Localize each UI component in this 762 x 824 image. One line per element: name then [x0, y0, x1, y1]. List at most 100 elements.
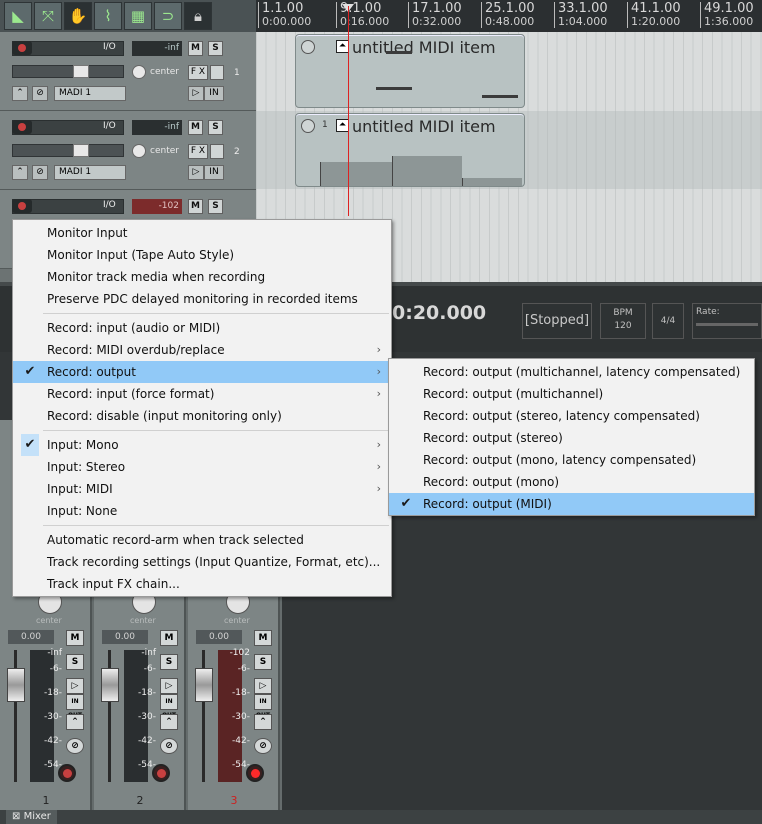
record-arm-button[interactable] — [12, 120, 32, 134]
volume-fader[interactable] — [12, 144, 124, 157]
submenu-item[interactable]: ✔ Record: output (MIDI) — [389, 493, 754, 515]
fx-button[interactable]: F X — [188, 65, 208, 80]
phase-button[interactable]: ⊘ — [66, 738, 84, 754]
monitor-button[interactable]: ▷ — [254, 678, 272, 694]
record-arm-button[interactable] — [12, 199, 32, 213]
mixer-strip[interactable]: center 0.00 -102 -6- -18- -30- -42- -54- MS ▷IN O… — [188, 580, 280, 812]
menu-item[interactable]: Input: Stereo › — [13, 456, 391, 478]
env-button[interactable]: ⌃ — [12, 86, 28, 101]
fx-bypass-button[interactable] — [210, 65, 224, 80]
mixer-tab[interactable]: ⊠ Mixer — [6, 810, 57, 824]
submenu-item[interactable]: Record: output (multichannel) — [389, 383, 754, 405]
monitor-button[interactable]: ▷ — [188, 165, 204, 180]
metronome-icon[interactable]: ▦ — [124, 2, 152, 30]
menu-item[interactable]: Monitor Input (Tape Auto Style) — [13, 244, 391, 266]
menu-item[interactable]: Record: input (audio or MIDI) — [13, 317, 391, 339]
volume-fader[interactable] — [12, 65, 124, 78]
mute-button[interactable]: M — [188, 41, 203, 56]
solo-button[interactable]: S — [160, 654, 178, 670]
submenu-item[interactable]: Record: output (mono, latency compensate… — [389, 449, 754, 471]
ripple-icon[interactable]: ◣ — [4, 2, 32, 30]
phase-button[interactable]: ⊘ — [32, 165, 48, 180]
mute-button[interactable]: M — [66, 630, 84, 646]
in-out-button[interactable]: IN — [204, 86, 224, 101]
midi-item[interactable]: 1 ⏶ untitled MIDI item — [295, 113, 525, 187]
io-button[interactable]: I/O — [103, 200, 116, 210]
record-arm-button[interactable] — [246, 764, 264, 782]
phase-button[interactable]: ⊘ — [254, 738, 272, 754]
menu-item[interactable]: Record: disable (input monitoring only) — [13, 405, 391, 427]
submenu-item[interactable]: Record: output (stereo, latency compensa… — [389, 405, 754, 427]
in-out-button[interactable]: IN OUT — [254, 694, 272, 719]
track-header[interactable]: I/O -inf M Scenter F X ⌃ ⊘ MADI 1 ▷ IN 2 — [0, 111, 256, 190]
mixer-strip[interactable]: center 0.00 -inf -6- -18- -30- -42- -54- MS ▷IN O… — [0, 580, 92, 812]
solo-button[interactable]: S — [208, 41, 223, 56]
menu-item[interactable]: Monitor Input — [13, 222, 391, 244]
bpm-display[interactable]: BPM 120 — [600, 303, 646, 339]
rate-slider[interactable] — [696, 323, 758, 326]
phase-button[interactable]: ⊘ — [32, 86, 48, 101]
io-button[interactable]: I/O — [103, 42, 116, 52]
loop-icon[interactable]: ⊃ — [154, 2, 182, 30]
menu-item[interactable]: Input: None — [13, 500, 391, 522]
menu-item[interactable]: Automatic record-arm when track selected — [13, 529, 391, 551]
menu-item[interactable]: Record: MIDI overdub/replace › — [13, 339, 391, 361]
env-button[interactable]: ⌃ — [254, 714, 272, 730]
env-button[interactable]: ⌃ — [66, 714, 84, 730]
volume-fader[interactable] — [101, 668, 119, 702]
env-button[interactable]: ⌃ — [12, 165, 28, 180]
menu-item[interactable]: Monitor track media when recording — [13, 266, 391, 288]
playrate-control[interactable]: Rate: — [692, 303, 762, 339]
env-button[interactable]: ⌃ — [160, 714, 178, 730]
monitor-button[interactable]: ▷ — [160, 678, 178, 694]
menu-item[interactable]: ✔ Input: Mono › — [13, 434, 391, 456]
grid-icon[interactable]: ✋ — [64, 2, 92, 30]
monitor-button[interactable]: ▷ — [188, 86, 204, 101]
item-lock-icon[interactable] — [301, 40, 315, 54]
in-out-button[interactable]: IN OUT — [160, 694, 178, 719]
menu-item[interactable]: Track recording settings (Input Quantize… — [13, 551, 391, 573]
input-select[interactable]: MADI 1 — [54, 165, 126, 180]
mixer-strip[interactable]: center 0.00 -inf -6- -18- -30- -42- -54- MS ▷IN O… — [94, 580, 186, 812]
track-header[interactable]: I/O -inf M Scenter F X ⌃ ⊘ MADI 1 ▷ IN 1 — [0, 32, 256, 111]
snap-icon[interactable]: ⤧ — [34, 2, 62, 30]
solo-button[interactable]: S — [66, 654, 84, 670]
pan-knob[interactable] — [132, 65, 146, 79]
mute-button[interactable]: M — [188, 199, 203, 214]
menu-item[interactable]: Record: input (force format) › — [13, 383, 391, 405]
io-button[interactable]: I/O — [103, 121, 116, 131]
menu-item[interactable]: Track input FX chain... — [13, 573, 391, 595]
midi-item[interactable]: ⏶ untitled MIDI item — [295, 34, 525, 108]
pan-knob[interactable] — [132, 144, 146, 158]
submenu-item[interactable]: Record: output (stereo) — [389, 427, 754, 449]
menu-item[interactable]: ✔ Record: output › — [13, 361, 391, 383]
solo-button[interactable]: S — [208, 199, 223, 214]
record-arm-button[interactable] — [58, 764, 76, 782]
item-lock-icon[interactable] — [301, 119, 315, 133]
mute-button[interactable]: M — [160, 630, 178, 646]
in-out-button[interactable]: IN — [204, 165, 224, 180]
volume-fader[interactable] — [7, 668, 25, 702]
fader-handle[interactable] — [73, 65, 89, 78]
solo-button[interactable]: S — [254, 654, 272, 670]
lock-icon[interactable]: 🔒︎ — [184, 2, 212, 30]
input-select[interactable]: MADI 1 — [54, 86, 126, 101]
fx-bypass-button[interactable] — [210, 144, 224, 159]
volume-fader[interactable] — [195, 668, 213, 702]
solo-button[interactable]: S — [208, 120, 223, 135]
fader-handle[interactable] — [73, 144, 89, 157]
mute-button[interactable]: M — [254, 630, 272, 646]
envelope-icon[interactable]: ⌇ — [94, 2, 122, 30]
timeline-ruler[interactable]: 1.1.00 0:00.000 9.1.00 0:16.000 17.1.00 0:32.… — [256, 0, 762, 32]
mute-button[interactable]: M — [188, 120, 203, 135]
submenu-item[interactable]: Record: output (mono) — [389, 471, 754, 493]
phase-button[interactable]: ⊘ — [160, 738, 178, 754]
submenu-item[interactable]: Record: output (multichannel, latency co… — [389, 361, 754, 383]
menu-item[interactable]: Preserve PDC delayed monitoring in recor… — [13, 288, 391, 310]
record-arm-button[interactable] — [12, 41, 32, 55]
record-arm-button[interactable] — [152, 764, 170, 782]
menu-item[interactable]: Input: MIDI › — [13, 478, 391, 500]
monitor-button[interactable]: ▷ — [66, 678, 84, 694]
time-signature[interactable]: 4/4 — [652, 303, 684, 339]
in-out-button[interactable]: IN OUT — [66, 694, 84, 719]
